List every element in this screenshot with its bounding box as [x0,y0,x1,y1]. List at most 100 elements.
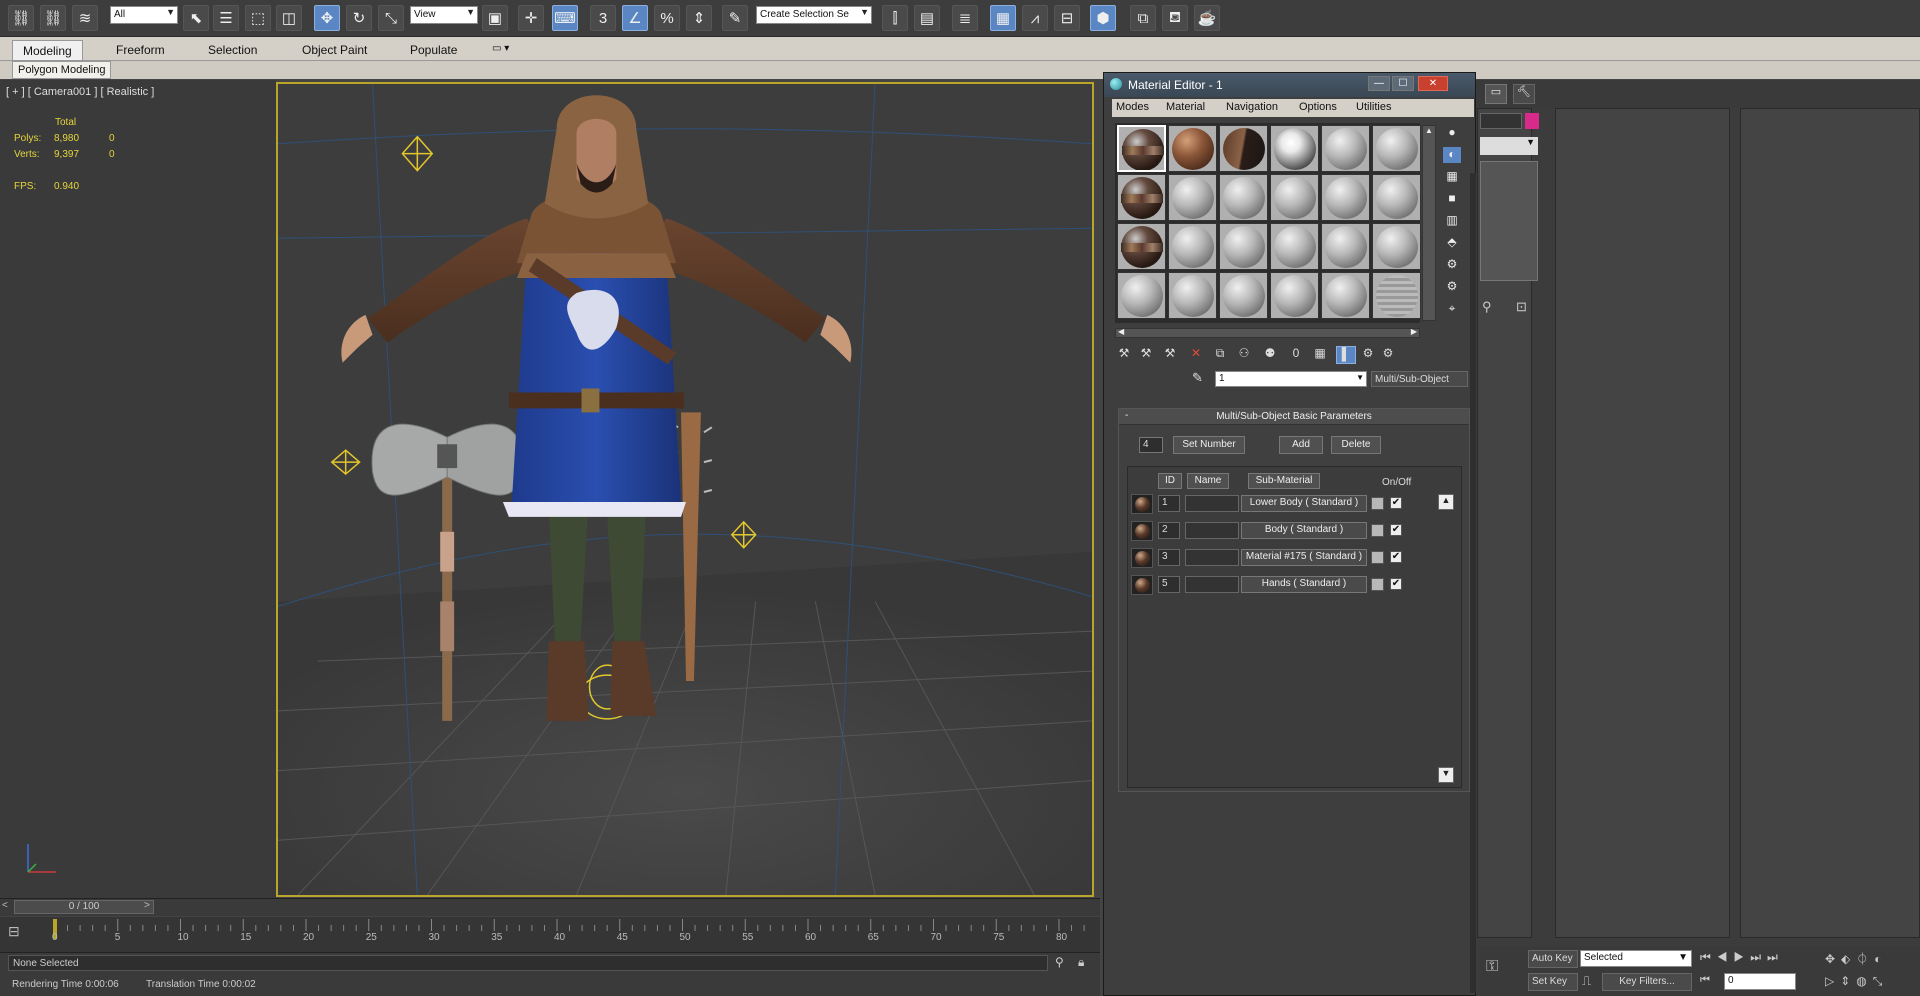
options-icon[interactable]: ⚙ [1443,257,1461,273]
mini-curve-editor-icon[interactable]: ⊟ [8,923,36,943]
set-key-icon[interactable]: ⎍ [1582,973,1591,989]
sample-slot[interactable] [1372,174,1421,221]
time-slider-thumb[interactable]: 0 / 100 [14,900,154,914]
ribbon-options-icon[interactable]: ▭ ▾ [482,40,519,60]
angle-snap-icon[interactable]: ∠ [622,5,648,31]
slots-horizontal-scrollbar[interactable]: ◀ ▶ [1115,327,1420,338]
column-sub-material[interactable]: Sub-Material [1248,473,1320,489]
sub-material-row[interactable]: 2 Body ( Standard ) ✔ [1128,521,1448,543]
pin-stack-icon[interactable]: ⚲ [1482,299,1492,315]
sub-material-color-swatch[interactable] [1371,551,1384,564]
copy-material-icon[interactable]: ⧉ [1210,346,1230,364]
material-type-button[interactable]: Multi/Sub-Object [1371,371,1468,387]
sub-material-id[interactable]: 2 [1158,522,1180,539]
sub-material-name[interactable] [1185,576,1239,593]
named-selection-dropdown[interactable]: Create Selection Se ▼ [756,6,872,24]
menu-modes[interactable]: Modes [1116,101,1149,113]
unlink-icon[interactable]: ⛓ [40,5,66,31]
sample-slot[interactable] [1270,125,1319,172]
scale-icon[interactable]: ⤡ [378,5,404,31]
tab-modeling[interactable]: Modeling [12,40,83,60]
selection-filter-dropdown[interactable]: All ▼ [110,6,178,24]
sub-material-id[interactable]: 1 [1158,495,1180,512]
set-key-button[interactable]: Set Key [1528,973,1578,991]
minimize-button[interactable]: — [1368,76,1390,91]
ref-coord-dropdown[interactable]: View ▼ [410,6,478,24]
lock-selection-icon[interactable]: 🔒︎ [1078,955,1084,970]
slots-vertical-scrollbar[interactable]: ▲ [1422,125,1436,321]
layer-manager-icon[interactable]: ≣ [952,5,978,31]
sub-material-button[interactable]: Body ( Standard ) [1241,522,1367,539]
sample-slot[interactable] [1117,223,1166,270]
sample-slot[interactable] [1219,125,1268,172]
sample-slot[interactable] [1219,174,1268,221]
key-selection-dropdown[interactable]: Selected ▼ [1580,950,1692,967]
percent-snap-icon[interactable]: % [654,5,680,31]
snap-toggle-icon[interactable]: 3 [590,5,616,31]
sample-uv-tiling-icon[interactable]: ■ [1443,191,1461,207]
material-name-field[interactable]: 1 ▼ [1215,371,1367,387]
viewport-nav-controls-top[interactable]: ✥⬖⏀◐ [1825,950,1888,967]
render-frame-icon[interactable]: ⛾ [1162,5,1188,31]
material-map-navigator-icon[interactable]: ⌖ [1443,301,1461,317]
add-button[interactable]: Add [1279,436,1323,454]
sub-material-button[interactable]: Material #175 ( Standard ) [1241,549,1367,566]
sub-material-id[interactable]: 5 [1158,576,1180,593]
sub-material-name[interactable] [1185,495,1239,512]
rect-selection-icon[interactable]: ⬚ [245,5,271,31]
menu-options[interactable]: Options [1299,101,1337,113]
menu-utilities[interactable]: Utilities [1356,101,1391,113]
assign-to-selection-icon[interactable]: ⚒ [1160,346,1180,364]
sample-slot[interactable] [1168,223,1217,270]
get-material-icon[interactable]: ⚒ [1114,346,1134,364]
viewport-label[interactable]: [ + ] [ Camera001 ] [ Realistic ] [6,86,154,98]
column-name[interactable]: Name [1187,473,1229,489]
material-editor-icon[interactable]: ⬢ [1090,5,1116,31]
viewport-nav-controls-bottom[interactable]: ▷⇕◍⤡ [1825,974,1888,989]
sample-slot[interactable] [1372,125,1421,172]
tab-freeform[interactable]: Freeform [106,40,175,60]
sample-slot[interactable] [1270,174,1319,221]
window-crossing-icon[interactable]: ◫ [276,5,302,31]
configure-modifier-icon[interactable]: ⊡ [1516,299,1527,315]
sample-slot[interactable] [1117,125,1166,172]
put-to-scene-icon[interactable]: ⚒ [1136,346,1156,364]
display-tab-icon[interactable]: ▭ [1485,84,1507,104]
spinner-snap-icon[interactable]: ⇕ [686,5,712,31]
material-id-channel-icon[interactable]: 0 [1286,346,1306,364]
move-icon[interactable]: ✥ [314,5,340,31]
sample-slot[interactable] [1219,272,1268,319]
tab-polygon-modeling[interactable]: Polygon Modeling [12,61,112,79]
list-scroll-up-button[interactable]: ▲ [1438,494,1454,510]
sub-material-on-checkbox[interactable]: ✔ [1390,551,1402,563]
set-number-button[interactable]: Set Number [1173,436,1245,454]
align-icon[interactable]: ▤ [914,5,940,31]
sub-material-color-swatch[interactable] [1371,578,1384,591]
sub-material-on-checkbox[interactable]: ✔ [1390,578,1402,590]
material-editor-titlebar[interactable]: Material Editor - 1 — ☐ ✕ [1104,73,1475,97]
menu-navigation[interactable]: Navigation [1226,101,1278,113]
link-icon[interactable]: ⛓ [8,5,34,31]
sample-slot[interactable] [1168,174,1217,221]
sample-slot[interactable] [1117,272,1166,319]
auto-key-button[interactable]: Auto Key [1528,950,1578,968]
sample-slot[interactable] [1321,174,1370,221]
key-mode-icon[interactable]: ⚿ [1486,958,1498,976]
sub-material-name[interactable] [1185,522,1239,539]
sub-material-name[interactable] [1185,549,1239,566]
camera-viewport[interactable] [276,82,1094,897]
column-id[interactable]: ID [1158,473,1182,489]
curve-editor-icon[interactable]: ⩘ [1022,5,1048,31]
render-setup-icon[interactable]: ⧉ [1130,5,1156,31]
key-mode-toggle-icon[interactable]: ⏮ [1700,974,1710,987]
sample-slot[interactable] [1372,272,1421,319]
backlight-icon[interactable]: ◐ [1443,147,1461,163]
show-shaded-material-icon[interactable]: ▦ [1310,346,1330,364]
isolate-icon[interactable]: ⚲ [1055,955,1064,969]
maximize-button[interactable]: ☐ [1392,76,1414,91]
sample-slot[interactable] [1321,272,1370,319]
sub-material-row[interactable]: 3 Material #175 ( Standard ) ✔ [1128,548,1448,570]
background-icon[interactable]: ▦ [1443,169,1461,185]
go-forward-sibling-icon[interactable]: ⚙ [1378,346,1398,364]
current-frame-input[interactable]: 0 [1724,973,1796,990]
